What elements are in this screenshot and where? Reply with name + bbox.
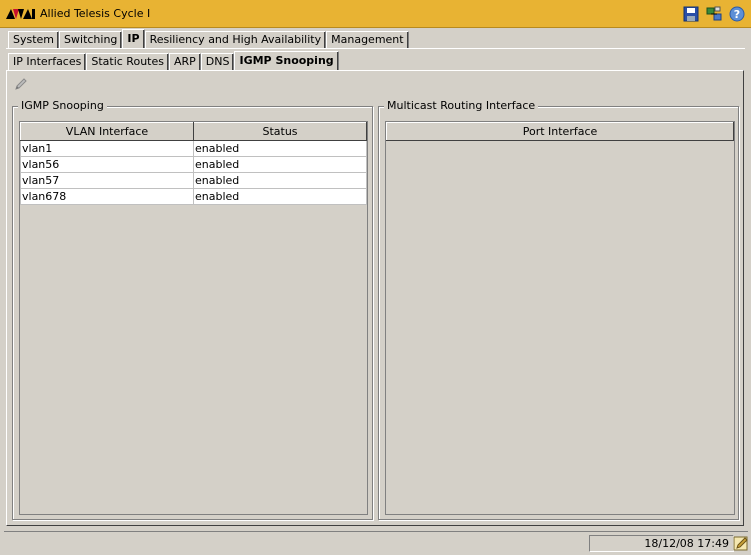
sub-tab-bar: IP Interfaces Static Routes ARP DNS IGMP…: [8, 51, 339, 70]
save-icon[interactable]: [683, 6, 699, 22]
vlan-table: VLAN Interface Status vlan1 enabled vlan…: [19, 121, 368, 515]
status-bar: 18/12/08 17:49: [4, 531, 748, 553]
status-cell: enabled: [193, 156, 367, 173]
port-interface-table: Port Interface: [385, 121, 735, 515]
main-tab-bar: System Switching IP Resiliency and High …: [8, 29, 409, 48]
tab-switching[interactable]: Switching: [59, 31, 123, 48]
tab-resiliency[interactable]: Resiliency and High Availability: [144, 31, 327, 48]
vlan-cell: vlan57: [20, 172, 194, 189]
table-row[interactable]: vlan1 enabled: [20, 140, 367, 157]
tab-management[interactable]: Management: [326, 31, 409, 48]
table-row[interactable]: vlan57 enabled: [20, 172, 367, 189]
tab-static-routes[interactable]: Static Routes: [86, 53, 169, 70]
main-tab-divider: [6, 48, 745, 49]
title-bar: Allied Telesis Cycle I ?: [0, 0, 751, 28]
status-cell: enabled: [193, 188, 367, 205]
status-datetime: 18/12/08 17:49: [589, 535, 734, 552]
status-cell: enabled: [193, 140, 367, 157]
column-header-status[interactable]: Status: [193, 122, 367, 141]
allied-telesis-logo: [6, 8, 35, 19]
svg-text:?: ?: [734, 8, 740, 21]
edit-status-icon[interactable]: [733, 535, 749, 551]
igmp-snooping-group-label: IGMP Snooping: [18, 99, 107, 113]
tab-arp[interactable]: ARP: [168, 53, 201, 70]
network-config-icon[interactable]: [706, 6, 722, 22]
tab-ip-interfaces[interactable]: IP Interfaces: [8, 53, 87, 70]
help-icon[interactable]: ?: [729, 6, 745, 22]
tab-igmp-snooping[interactable]: IGMP Snooping: [234, 51, 339, 70]
igmp-snooping-group: IGMP Snooping VLAN Interface Status vlan…: [12, 99, 373, 520]
multicast-routing-group-label: Multicast Routing Interface: [384, 99, 539, 113]
igmp-snooping-panel: IGMP Snooping VLAN Interface Status vlan…: [6, 70, 744, 526]
table-row[interactable]: vlan678 enabled: [20, 188, 367, 205]
edit-icon[interactable]: [14, 77, 28, 91]
window-title: Allied Telesis Cycle I: [40, 7, 151, 20]
status-cell: enabled: [193, 172, 367, 189]
tab-ip[interactable]: IP: [122, 29, 145, 48]
tab-dns[interactable]: DNS: [200, 53, 235, 70]
column-header-port-interface[interactable]: Port Interface: [386, 122, 734, 141]
tab-system[interactable]: System: [8, 31, 60, 48]
vlan-cell: vlan678: [20, 188, 194, 205]
vlan-cell: vlan56: [20, 156, 194, 173]
vlan-cell: vlan1: [20, 140, 194, 157]
column-header-vlan-interface[interactable]: VLAN Interface: [20, 122, 194, 141]
table-row[interactable]: vlan56 enabled: [20, 156, 367, 173]
multicast-routing-group: Multicast Routing Interface Port Interfa…: [378, 99, 739, 520]
